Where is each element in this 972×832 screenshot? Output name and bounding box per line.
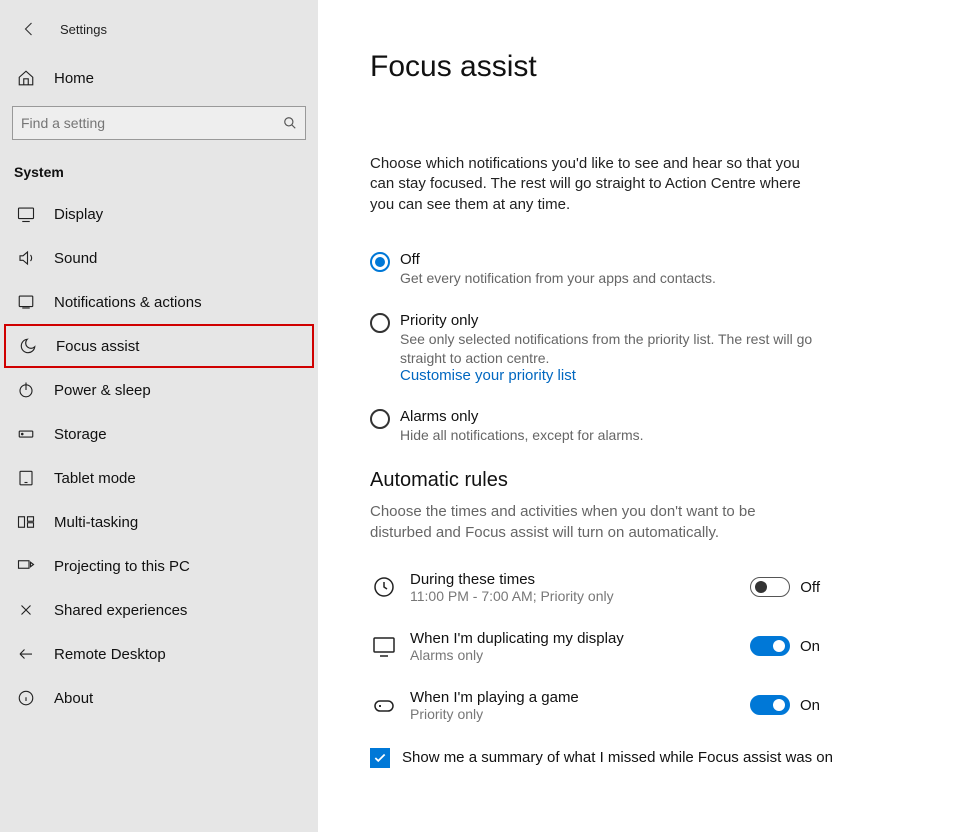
rule-subtitle: Alarms only	[410, 647, 750, 663]
auto-rules-desc: Choose the times and activities when you…	[370, 502, 810, 543]
option-title: Off	[400, 251, 716, 268]
sidebar-item-focus-assist[interactable]: Focus assist	[4, 324, 314, 368]
sidebar-section-label: System	[0, 158, 318, 192]
toggle-state: Off	[800, 579, 820, 596]
sidebar-item-remote[interactable]: Remote Desktop	[0, 632, 318, 676]
option-title: Priority only	[400, 312, 820, 329]
focus-option-alarms[interactable]: Alarms only Hide all notifications, exce…	[370, 408, 820, 445]
sidebar-item-label: Projecting to this PC	[54, 558, 190, 575]
search-container	[0, 100, 318, 158]
rule-subtitle: Priority only	[410, 706, 750, 722]
radio-priority[interactable]	[370, 313, 390, 333]
home-icon	[16, 68, 36, 88]
sound-icon	[16, 248, 36, 268]
sidebar-item-label: Power & sleep	[54, 382, 151, 399]
monitor-icon	[370, 632, 398, 660]
search-icon	[283, 116, 297, 130]
option-desc: Hide all notifications, except for alarm…	[400, 426, 644, 445]
rule-playing-game[interactable]: When I'm playing a game Priority only On	[370, 689, 820, 722]
sidebar-item-label: About	[54, 690, 93, 707]
back-button[interactable]	[18, 17, 42, 41]
display-icon	[16, 204, 36, 224]
sidebar-item-sound[interactable]: Sound	[0, 236, 318, 280]
clock-icon	[370, 573, 398, 601]
window-title: Settings	[60, 22, 107, 37]
intro-text: Choose which notifications you'd like to…	[370, 154, 810, 215]
toggle-state: On	[800, 638, 820, 655]
rule-toggle[interactable]	[750, 695, 790, 715]
sidebar-item-label: Sound	[54, 250, 97, 267]
sidebar-item-power[interactable]: Power & sleep	[0, 368, 318, 412]
sidebar-item-storage[interactable]: Storage	[0, 412, 318, 456]
notifications-icon	[16, 292, 36, 312]
rule-title: When I'm playing a game	[410, 689, 750, 706]
sidebar-home[interactable]: Home	[0, 54, 318, 100]
sidebar-item-label: Tablet mode	[54, 470, 136, 487]
toggle-state: On	[800, 697, 820, 714]
sidebar-item-label: Notifications & actions	[54, 294, 202, 311]
moon-icon	[18, 336, 38, 356]
focus-option-off[interactable]: Off Get every notification from your app…	[370, 251, 820, 288]
rule-title: When I'm duplicating my display	[410, 630, 750, 647]
customise-priority-link[interactable]: Customise your priority list	[400, 367, 820, 384]
remote-icon	[16, 644, 36, 664]
auto-rules-heading: Automatic rules	[370, 469, 952, 492]
focus-option-priority[interactable]: Priority only See only selected notifica…	[370, 312, 820, 385]
search-input[interactable]	[21, 115, 297, 131]
window-topbar: Settings	[0, 10, 318, 48]
main-content: Focus assist Choose which notifications …	[318, 0, 972, 832]
rule-toggle[interactable]	[750, 577, 790, 597]
rule-toggle[interactable]	[750, 636, 790, 656]
rule-subtitle: 11:00 PM - 7:00 AM; Priority only	[410, 588, 750, 604]
sidebar-item-label: Shared experiences	[54, 602, 187, 619]
home-label: Home	[54, 70, 94, 87]
page-title: Focus assist	[370, 50, 952, 84]
shared-icon	[16, 600, 36, 620]
option-title: Alarms only	[400, 408, 644, 425]
multitasking-icon	[16, 512, 36, 532]
sidebar-item-label: Display	[54, 206, 103, 223]
sidebar-item-tablet[interactable]: Tablet mode	[0, 456, 318, 500]
sidebar-item-multitasking[interactable]: Multi-tasking	[0, 500, 318, 544]
sidebar-item-label: Storage	[54, 426, 107, 443]
power-icon	[16, 380, 36, 400]
projecting-icon	[16, 556, 36, 576]
sidebar-item-label: Remote Desktop	[54, 646, 166, 663]
rule-duplicating-display[interactable]: When I'm duplicating my display Alarms o…	[370, 630, 820, 663]
sidebar-item-label: Focus assist	[56, 338, 139, 355]
radio-alarms[interactable]	[370, 409, 390, 429]
summary-checkbox-row[interactable]: Show me a summary of what I missed while…	[370, 748, 952, 768]
sidebar: Settings Home System Display Sound Notif…	[0, 0, 318, 832]
gamepad-icon	[370, 691, 398, 719]
storage-icon	[16, 424, 36, 444]
rule-title: During these times	[410, 571, 750, 588]
rule-during-times[interactable]: During these times 11:00 PM - 7:00 AM; P…	[370, 571, 820, 604]
search-input-wrap[interactable]	[12, 106, 306, 140]
sidebar-item-display[interactable]: Display	[0, 192, 318, 236]
tablet-icon	[16, 468, 36, 488]
option-desc: See only selected notifications from the…	[400, 330, 820, 368]
sidebar-item-label: Multi-tasking	[54, 514, 138, 531]
radio-off[interactable]	[370, 252, 390, 272]
info-icon	[16, 688, 36, 708]
option-desc: Get every notification from your apps an…	[400, 269, 716, 288]
sidebar-item-shared[interactable]: Shared experiences	[0, 588, 318, 632]
sidebar-item-about[interactable]: About	[0, 676, 318, 720]
summary-checkbox[interactable]	[370, 748, 390, 768]
sidebar-item-projecting[interactable]: Projecting to this PC	[0, 544, 318, 588]
summary-check-label: Show me a summary of what I missed while…	[402, 749, 833, 766]
sidebar-item-notifications[interactable]: Notifications & actions	[0, 280, 318, 324]
